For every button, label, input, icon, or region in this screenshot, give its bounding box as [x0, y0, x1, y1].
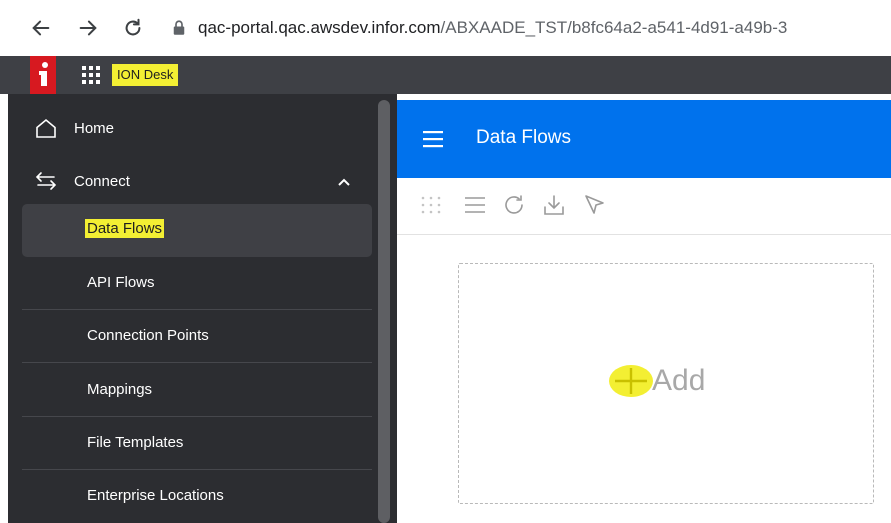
chevron-up-icon[interactable] — [336, 174, 352, 190]
app-name[interactable]: ION Desk — [112, 64, 179, 86]
sidebar-item-label: Home — [74, 119, 115, 137]
app-header: ION Desk — [0, 56, 891, 94]
add-label: Add — [652, 364, 706, 397]
sidebar-item-label: Connection Points — [87, 327, 209, 344]
sidebar-item-label: Enterprise Locations — [87, 487, 224, 504]
url-path: /ABXAADE_TST/b8fc64a2-a541-4d91-a49b-3 — [440, 18, 788, 37]
list-view-icon[interactable] — [463, 192, 487, 218]
tile-view-icon[interactable] — [419, 192, 443, 218]
home-icon — [36, 118, 56, 138]
sidebar-item-connect[interactable]: Connect — [22, 165, 372, 197]
page-header: Data Flows — [397, 100, 891, 178]
page-title: Data Flows — [476, 127, 572, 148]
divider — [22, 362, 372, 363]
sidebar-item-mappings[interactable]: Mappings — [22, 364, 372, 417]
refresh-icon[interactable] — [502, 192, 526, 218]
browser-toolbar: qac-portal.qac.awsdev.infor.com/ABXAADE_… — [0, 0, 891, 56]
address-bar[interactable]: qac-portal.qac.awsdev.infor.com/ABXAADE_… — [170, 14, 787, 42]
sidebar-item-connection-points[interactable]: Connection Points — [22, 310, 372, 363]
select-cursor-icon[interactable] — [583, 192, 607, 218]
sidebar-item-label: Connect — [74, 172, 130, 190]
lock-icon — [173, 20, 185, 35]
add-data-flow-card[interactable]: Add — [458, 263, 874, 504]
sidebar-item-enterprise-locations[interactable]: Enterprise Locations — [22, 470, 372, 523]
back-arrow-icon[interactable] — [28, 14, 54, 42]
sidebar-item-api-flows[interactable]: API Flows — [22, 257, 372, 310]
sidebar-item-label: Mappings — [87, 381, 153, 398]
sidebar-item-file-templates[interactable]: File Templates — [22, 417, 372, 470]
app-grid-icon[interactable] — [81, 65, 101, 85]
sidebar-item-data-flows[interactable]: Data Flows — [22, 204, 372, 257]
sidebar-edge — [0, 94, 8, 523]
url-host: qac-portal.qac.awsdev.infor.com — [198, 18, 441, 37]
sidebar-item-label: API Flows — [87, 274, 155, 291]
swap-arrows-icon — [35, 172, 57, 190]
sidebar-item-label: Data Flows — [85, 219, 165, 238]
import-icon[interactable] — [542, 192, 566, 218]
infor-logo[interactable] — [30, 56, 56, 94]
reload-icon[interactable] — [120, 14, 146, 42]
forward-arrow-icon[interactable] — [75, 14, 101, 42]
sidebar-scrollbar[interactable] — [378, 100, 390, 523]
hamburger-menu-icon[interactable] — [423, 130, 443, 148]
plus-icon — [609, 365, 653, 397]
sidebar-item-home[interactable]: Home — [22, 114, 372, 142]
sidebar-item-label: File Templates — [87, 434, 184, 451]
toolbar — [397, 178, 891, 235]
